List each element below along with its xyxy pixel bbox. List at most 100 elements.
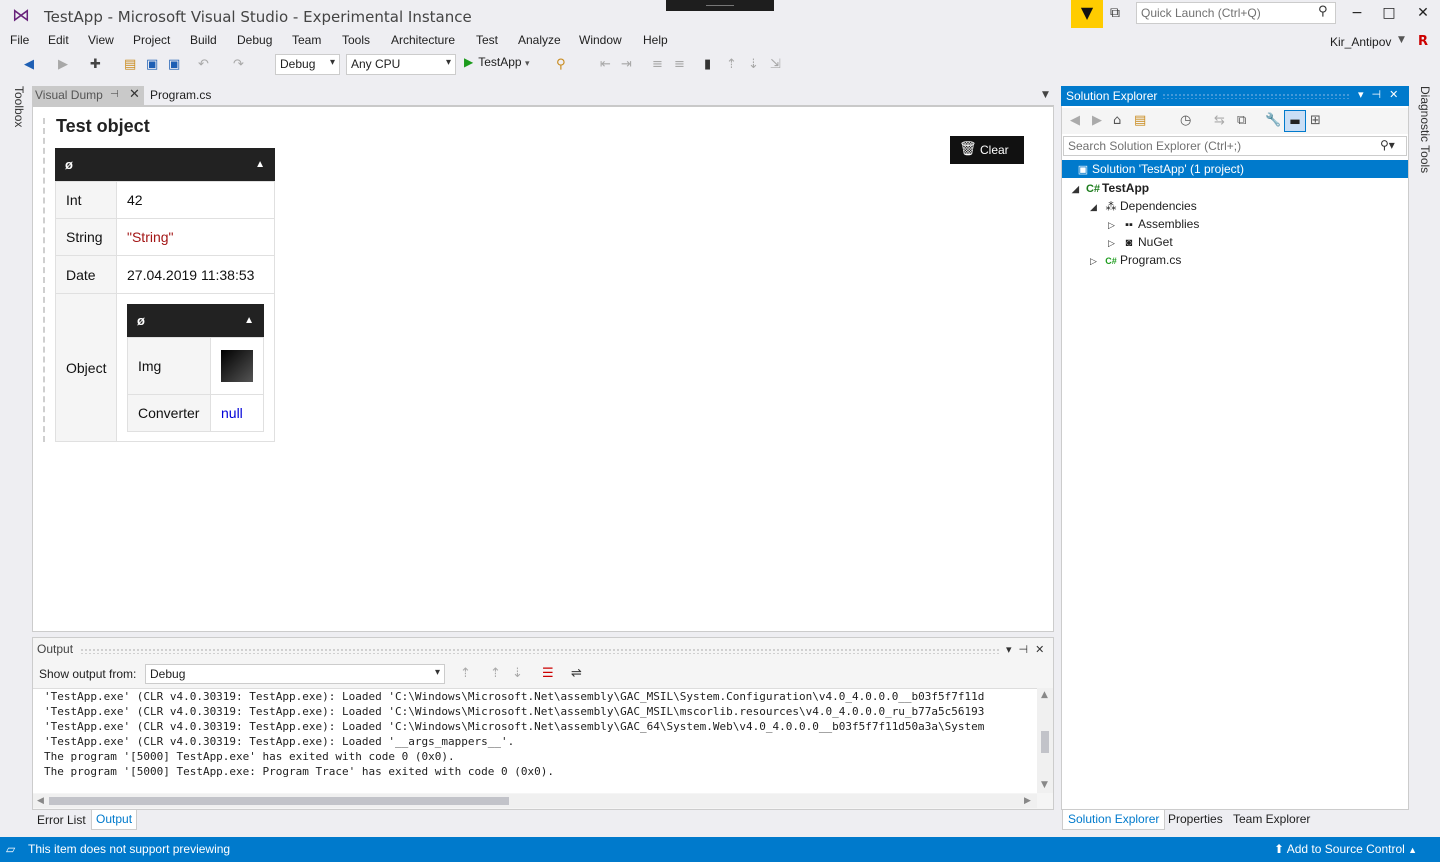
expanded-arrow-icon[interactable]: ◢	[1072, 180, 1084, 198]
tab-team-explorer[interactable]: Team Explorer	[1233, 812, 1310, 826]
tree-item-program-cs[interactable]: ▷ C# Program.cs	[1090, 251, 1181, 269]
panel-window-controls[interactable]: ▾⊣✕	[1358, 88, 1406, 101]
tab-properties[interactable]: Properties	[1168, 812, 1223, 826]
minimize-button[interactable]: −	[1342, 5, 1372, 21]
show-all-files-icon[interactable]: ▬	[1284, 110, 1306, 132]
switch-views-icon[interactable]: ▤	[1134, 113, 1146, 128]
save-icon[interactable]: ▣	[146, 57, 158, 72]
account-avatar[interactable]: R	[1418, 34, 1434, 50]
properties-wrench-icon[interactable]: 🔧	[1265, 113, 1281, 128]
tab-error-list[interactable]: Error List	[37, 813, 86, 827]
undo-icon[interactable]: ↶	[198, 57, 209, 72]
menu-debug[interactable]: Debug	[237, 33, 272, 47]
menu-view[interactable]: View	[88, 33, 114, 47]
menu-analyze[interactable]: Analyze	[518, 33, 561, 47]
tree-item-nuget[interactable]: ▷ ◙ NuGet	[1108, 233, 1173, 251]
forward-icon[interactable]: ▶	[1092, 113, 1102, 128]
notifications-filter-icon[interactable]: ▼	[1071, 0, 1103, 28]
sync-icon[interactable]: ⇆	[1214, 113, 1225, 128]
collapse-arrow-icon[interactable]: ▲	[244, 304, 254, 337]
solution-platform-select[interactable]: Any CPU	[346, 54, 456, 75]
close-icon[interactable]: ✕	[129, 87, 140, 102]
search-icon[interactable]: ⚲	[1318, 4, 1328, 19]
menu-edit[interactable]: Edit	[48, 33, 69, 47]
close-button[interactable]: ✕	[1408, 5, 1438, 21]
collapsed-arrow-icon[interactable]: ▷	[1108, 216, 1120, 234]
dump-nested-object-header[interactable]: ø ▲	[127, 304, 264, 337]
menu-test[interactable]: Test	[476, 33, 498, 47]
dump-object-header[interactable]: ø ▲	[55, 148, 275, 181]
output-vertical-scroll-thumb[interactable]	[1041, 731, 1049, 753]
scroll-up-icon[interactable]: ▲	[1041, 690, 1048, 700]
tab-program-cs[interactable]: Program.cs	[148, 86, 213, 105]
start-debugging-button[interactable]: ▶ TestApp ▾	[464, 55, 529, 69]
quick-launch-input[interactable]: Quick Launch (Ctrl+Q)	[1136, 2, 1336, 24]
indent-icon[interactable]: ≡	[674, 57, 685, 72]
add-to-source-control-button[interactable]: ⬆ Add to Source Control ▲	[1274, 842, 1417, 856]
tree-item-solution[interactable]: ▣ Solution 'TestApp' (1 project)	[1062, 160, 1408, 178]
home-icon[interactable]: ⌂	[1113, 113, 1121, 128]
solution-configuration-select[interactable]: Debug	[275, 54, 340, 75]
navigate-back-icon[interactable]: ◀	[24, 57, 34, 72]
menu-file[interactable]: File	[10, 33, 29, 47]
bookmark-icon[interactable]: ▮	[704, 57, 711, 72]
scroll-left-icon[interactable]: ◀	[37, 796, 44, 806]
previous-message-icon[interactable]: ⇡	[490, 666, 501, 681]
menu-window[interactable]: Window	[579, 33, 622, 47]
expanded-arrow-icon[interactable]: ◢	[1090, 198, 1102, 216]
new-project-icon[interactable]: ✚	[90, 57, 101, 72]
collapse-all-icon[interactable]: ⧉	[1237, 113, 1246, 128]
collapsed-arrow-icon[interactable]: ▷	[1090, 252, 1102, 270]
step-over-icon[interactable]: ⇥	[621, 57, 632, 72]
word-wrap-icon[interactable]: ⇌	[571, 666, 582, 681]
collapse-arrow-icon[interactable]: ▲	[255, 148, 265, 181]
next-message-icon[interactable]: ⇣	[512, 666, 523, 681]
tab-overflow-chevron-down-icon[interactable]: ▼	[1042, 90, 1049, 100]
open-folder-icon[interactable]: ▤	[124, 57, 136, 72]
clear-bookmarks-icon[interactable]: ⇲	[770, 57, 781, 72]
tree-item-project[interactable]: ◢ C# TestApp	[1072, 179, 1149, 197]
pin-icon[interactable]: ⊣	[110, 89, 119, 100]
step-into-icon[interactable]: ⇤	[600, 57, 611, 72]
output-title[interactable]: Output	[37, 642, 73, 656]
solution-search-input[interactable]: Search Solution Explorer (Ctrl+;)	[1063, 136, 1407, 156]
next-bookmark-icon[interactable]: ⇣	[748, 57, 759, 72]
tree-item-assemblies[interactable]: ▷ ▪▪ Assemblies	[1108, 215, 1199, 233]
tab-solution-explorer[interactable]: Solution Explorer	[1062, 810, 1166, 830]
clear-all-icon[interactable]: ☰	[542, 666, 554, 681]
search-icon[interactable]: ⚲▾	[1380, 138, 1395, 152]
tab-visual-dump[interactable]: Visual Dump	[32, 86, 144, 105]
account-name[interactable]: Kir_Antipov	[1330, 35, 1391, 49]
find-in-files-icon[interactable]: ⚲	[556, 57, 566, 72]
maximize-button[interactable]: □	[1374, 5, 1404, 21]
pending-changes-filter-icon[interactable]: ◷	[1180, 113, 1191, 128]
output-horizontal-scroll-thumb[interactable]	[49, 797, 509, 805]
navigate-forward-icon[interactable]: ▶	[58, 57, 68, 72]
menu-architecture[interactable]: Architecture	[391, 33, 455, 47]
back-icon[interactable]: ◀	[1070, 113, 1080, 128]
menu-team[interactable]: Team	[292, 33, 321, 47]
diagnostic-tools-strip[interactable]: Diagnostic Tools	[1414, 86, 1432, 173]
prev-bookmark-icon[interactable]: ⇡	[726, 57, 737, 72]
collapsed-arrow-icon[interactable]: ▷	[1108, 234, 1120, 252]
panel-window-controls[interactable]: ▾⊣✕	[1006, 643, 1051, 656]
view-class-diagram-icon[interactable]: ⊞	[1310, 113, 1321, 128]
redo-icon[interactable]: ↷	[233, 57, 244, 72]
image-thumbnail[interactable]	[221, 350, 253, 382]
chevron-down-icon[interactable]: ▼	[1398, 35, 1405, 45]
scroll-down-icon[interactable]: ▼	[1041, 780, 1048, 790]
menu-project[interactable]: Project	[133, 33, 170, 47]
save-all-icon[interactable]: ▣	[168, 57, 180, 72]
feedback-icon[interactable]: ⧉	[1110, 5, 1120, 21]
outdent-icon[interactable]: ≡	[652, 57, 663, 72]
menu-help[interactable]: Help	[643, 33, 668, 47]
find-message-icon[interactable]: ⇡	[460, 666, 471, 681]
title-drag-grip[interactable]	[666, 0, 774, 11]
tree-item-dependencies[interactable]: ◢ ⁂ Dependencies	[1090, 197, 1197, 215]
menu-tools[interactable]: Tools	[342, 33, 370, 47]
toolbox-strip[interactable]: Toolbox	[8, 86, 26, 146]
output-text[interactable]: 'TestApp.exe' (CLR v4.0.30319: TestApp.e…	[33, 688, 1037, 793]
scroll-right-icon[interactable]: ▶	[1024, 796, 1031, 806]
menu-build[interactable]: Build	[190, 33, 217, 47]
output-source-select[interactable]: Debug	[145, 664, 445, 684]
